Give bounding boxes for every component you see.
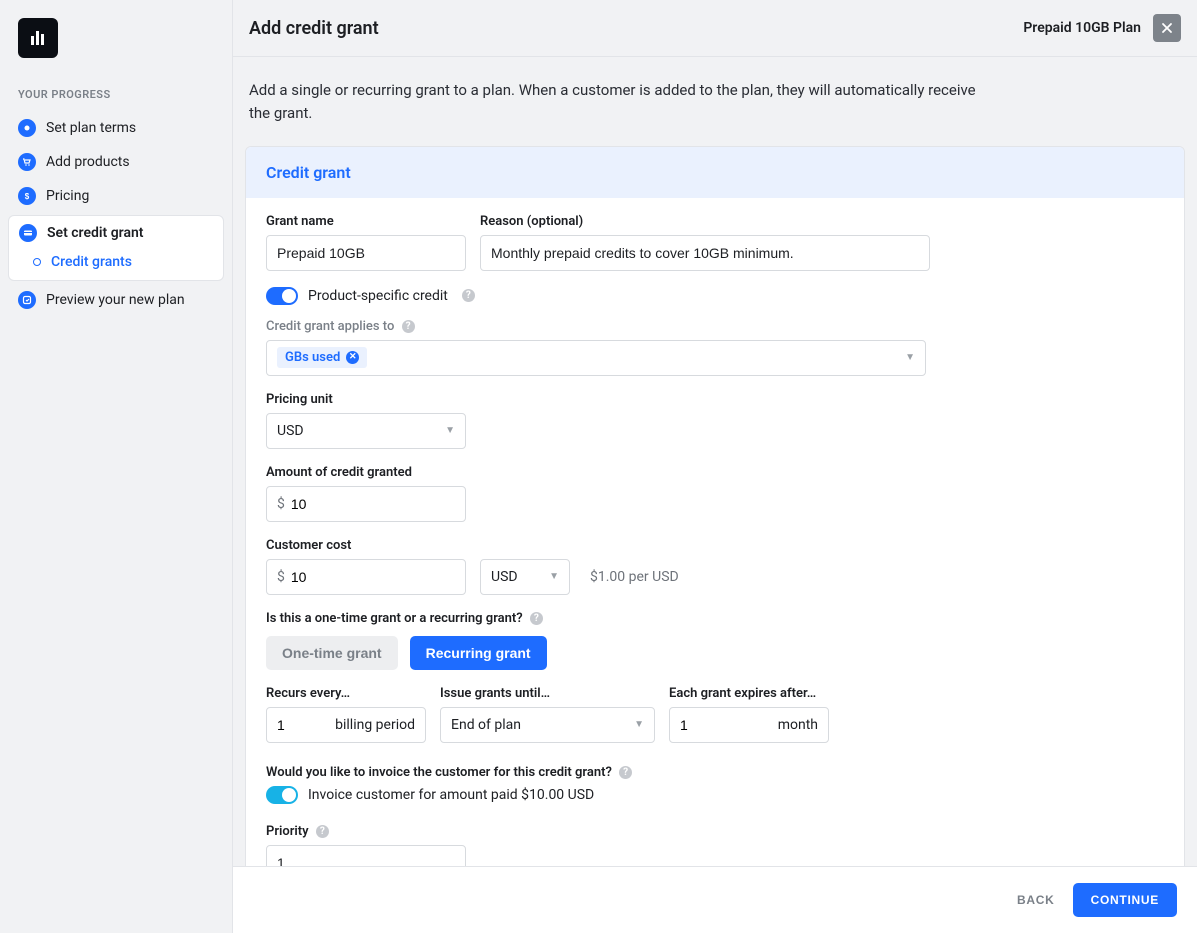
- sidebar-step-preview[interactable]: Preview your new plan: [8, 283, 224, 317]
- invoice-toggle[interactable]: [266, 786, 298, 804]
- svg-text:$: $: [25, 192, 30, 201]
- substep-ring-icon: [33, 258, 41, 266]
- main: Add credit grant Prepaid 10GB Plan Add a…: [233, 0, 1197, 933]
- pricing-unit-select[interactable]: USD ▼: [266, 413, 466, 449]
- amount-input[interactable]: [291, 487, 455, 521]
- app-logo: [18, 18, 58, 58]
- sidebar-step-add-products[interactable]: Add products: [8, 145, 224, 179]
- sidebar-step-label: Set plan terms: [46, 120, 136, 136]
- credit-grant-card: Credit grant Grant name Reason (optional…: [245, 146, 1185, 867]
- grant-name-input[interactable]: [266, 235, 466, 271]
- footer: BACK CONTINUE: [233, 866, 1197, 933]
- product-specific-toggle[interactable]: [266, 287, 298, 305]
- recurs-unit: billing period: [335, 717, 415, 733]
- amount-input-wrap: $: [266, 486, 466, 522]
- recurs-label: Recurs every…: [266, 686, 426, 701]
- sidebar-step-label: Preview your new plan: [46, 292, 185, 308]
- sidebar-substep-credit-grants[interactable]: Credit grants: [9, 250, 223, 274]
- type-question: Is this a one-time grant or a recurring …: [266, 611, 1164, 626]
- applies-to-select[interactable]: GBs used ✕ ▼: [266, 340, 926, 376]
- help-icon[interactable]: ?: [462, 289, 475, 302]
- cost-per-text: $1.00 per USD: [584, 569, 679, 585]
- content-scroll: Add a single or recurring grant to a pla…: [233, 57, 1197, 866]
- cart-icon: [18, 153, 36, 171]
- applies-to-chip: GBs used ✕: [277, 347, 367, 368]
- help-icon[interactable]: ?: [316, 825, 329, 838]
- sidebar-step-credit-grant[interactable]: Set credit grant: [9, 216, 223, 250]
- amount-label: Amount of credit granted: [266, 465, 1164, 480]
- help-icon[interactable]: ?: [402, 320, 415, 333]
- sidebar-step-pricing[interactable]: $ Pricing: [8, 179, 224, 213]
- grant-name-label: Grant name: [266, 214, 466, 229]
- priority-label: Priority ?: [266, 824, 1164, 839]
- help-icon[interactable]: ?: [530, 612, 543, 625]
- reason-label: Reason (optional): [480, 214, 1164, 229]
- cost-input[interactable]: [291, 560, 455, 594]
- card-icon: [19, 224, 37, 242]
- applies-to-label: Credit grant applies to ?: [266, 319, 1164, 334]
- currency-symbol: $: [277, 569, 285, 585]
- progress-heading: YOUR PROGRESS: [8, 88, 224, 111]
- grant-type-segmented: One-time grant Recurring grant: [266, 636, 1164, 670]
- chevron-down-icon: ▼: [445, 425, 455, 436]
- one-time-option[interactable]: One-time grant: [266, 636, 398, 670]
- close-icon: [1161, 22, 1173, 34]
- currency-symbol: $: [277, 496, 285, 512]
- chevron-down-icon: ▼: [634, 719, 644, 730]
- reason-input[interactable]: [480, 235, 930, 271]
- expires-input[interactable]: month: [669, 707, 829, 743]
- expires-unit: month: [778, 717, 818, 733]
- back-button[interactable]: BACK: [1017, 893, 1055, 907]
- plan-icon: [18, 119, 36, 137]
- bars-icon: [28, 28, 48, 48]
- cost-input-wrap: $: [266, 559, 466, 595]
- chip-remove-icon[interactable]: ✕: [346, 351, 359, 364]
- recurring-option[interactable]: Recurring grant: [410, 636, 547, 670]
- recurs-value-input[interactable]: [277, 717, 317, 733]
- cost-currency-select[interactable]: USD ▼: [480, 559, 570, 595]
- sidebar-step-label: Pricing: [46, 188, 89, 204]
- invoice-question: Would you like to invoice the customer f…: [266, 765, 1164, 780]
- until-label: Issue grants until…: [440, 686, 655, 701]
- help-icon[interactable]: ?: [619, 766, 632, 779]
- pricing-unit-label: Pricing unit: [266, 392, 1164, 407]
- expires-label: Each grant expires after…: [669, 686, 829, 701]
- close-button[interactable]: [1153, 14, 1181, 42]
- chevron-down-icon: ▼: [905, 352, 915, 363]
- product-specific-toggle-label: Product-specific credit: [308, 288, 448, 304]
- continue-button[interactable]: CONTINUE: [1073, 883, 1177, 917]
- preview-icon: [18, 291, 36, 309]
- sidebar-step-credit-grant-block: Set credit grant Credit grants: [8, 215, 224, 281]
- sidebar-step-label: Set credit grant: [47, 225, 144, 241]
- plan-name: Prepaid 10GB Plan: [1023, 20, 1141, 36]
- priority-input[interactable]: [266, 845, 466, 867]
- invoice-toggle-label: Invoice customer for amount paid $10.00 …: [308, 787, 594, 803]
- sidebar: YOUR PROGRESS Set plan terms Add product…: [0, 0, 233, 933]
- chevron-down-icon: ▼: [549, 571, 559, 582]
- recurs-input[interactable]: billing period: [266, 707, 426, 743]
- dollar-icon: $: [18, 187, 36, 205]
- intro-text: Add a single or recurring grant to a pla…: [233, 57, 993, 146]
- expires-value-input[interactable]: [680, 717, 720, 733]
- card-heading: Credit grant: [246, 147, 1184, 198]
- page-title: Add credit grant: [249, 18, 379, 39]
- topbar: Add credit grant Prepaid 10GB Plan: [233, 0, 1197, 57]
- sidebar-step-plan-terms[interactable]: Set plan terms: [8, 111, 224, 145]
- sidebar-step-label: Add products: [46, 154, 130, 170]
- until-select[interactable]: End of plan ▼: [440, 707, 655, 743]
- sidebar-substep-label[interactable]: Credit grants: [51, 254, 132, 270]
- cost-label: Customer cost: [266, 538, 1164, 553]
